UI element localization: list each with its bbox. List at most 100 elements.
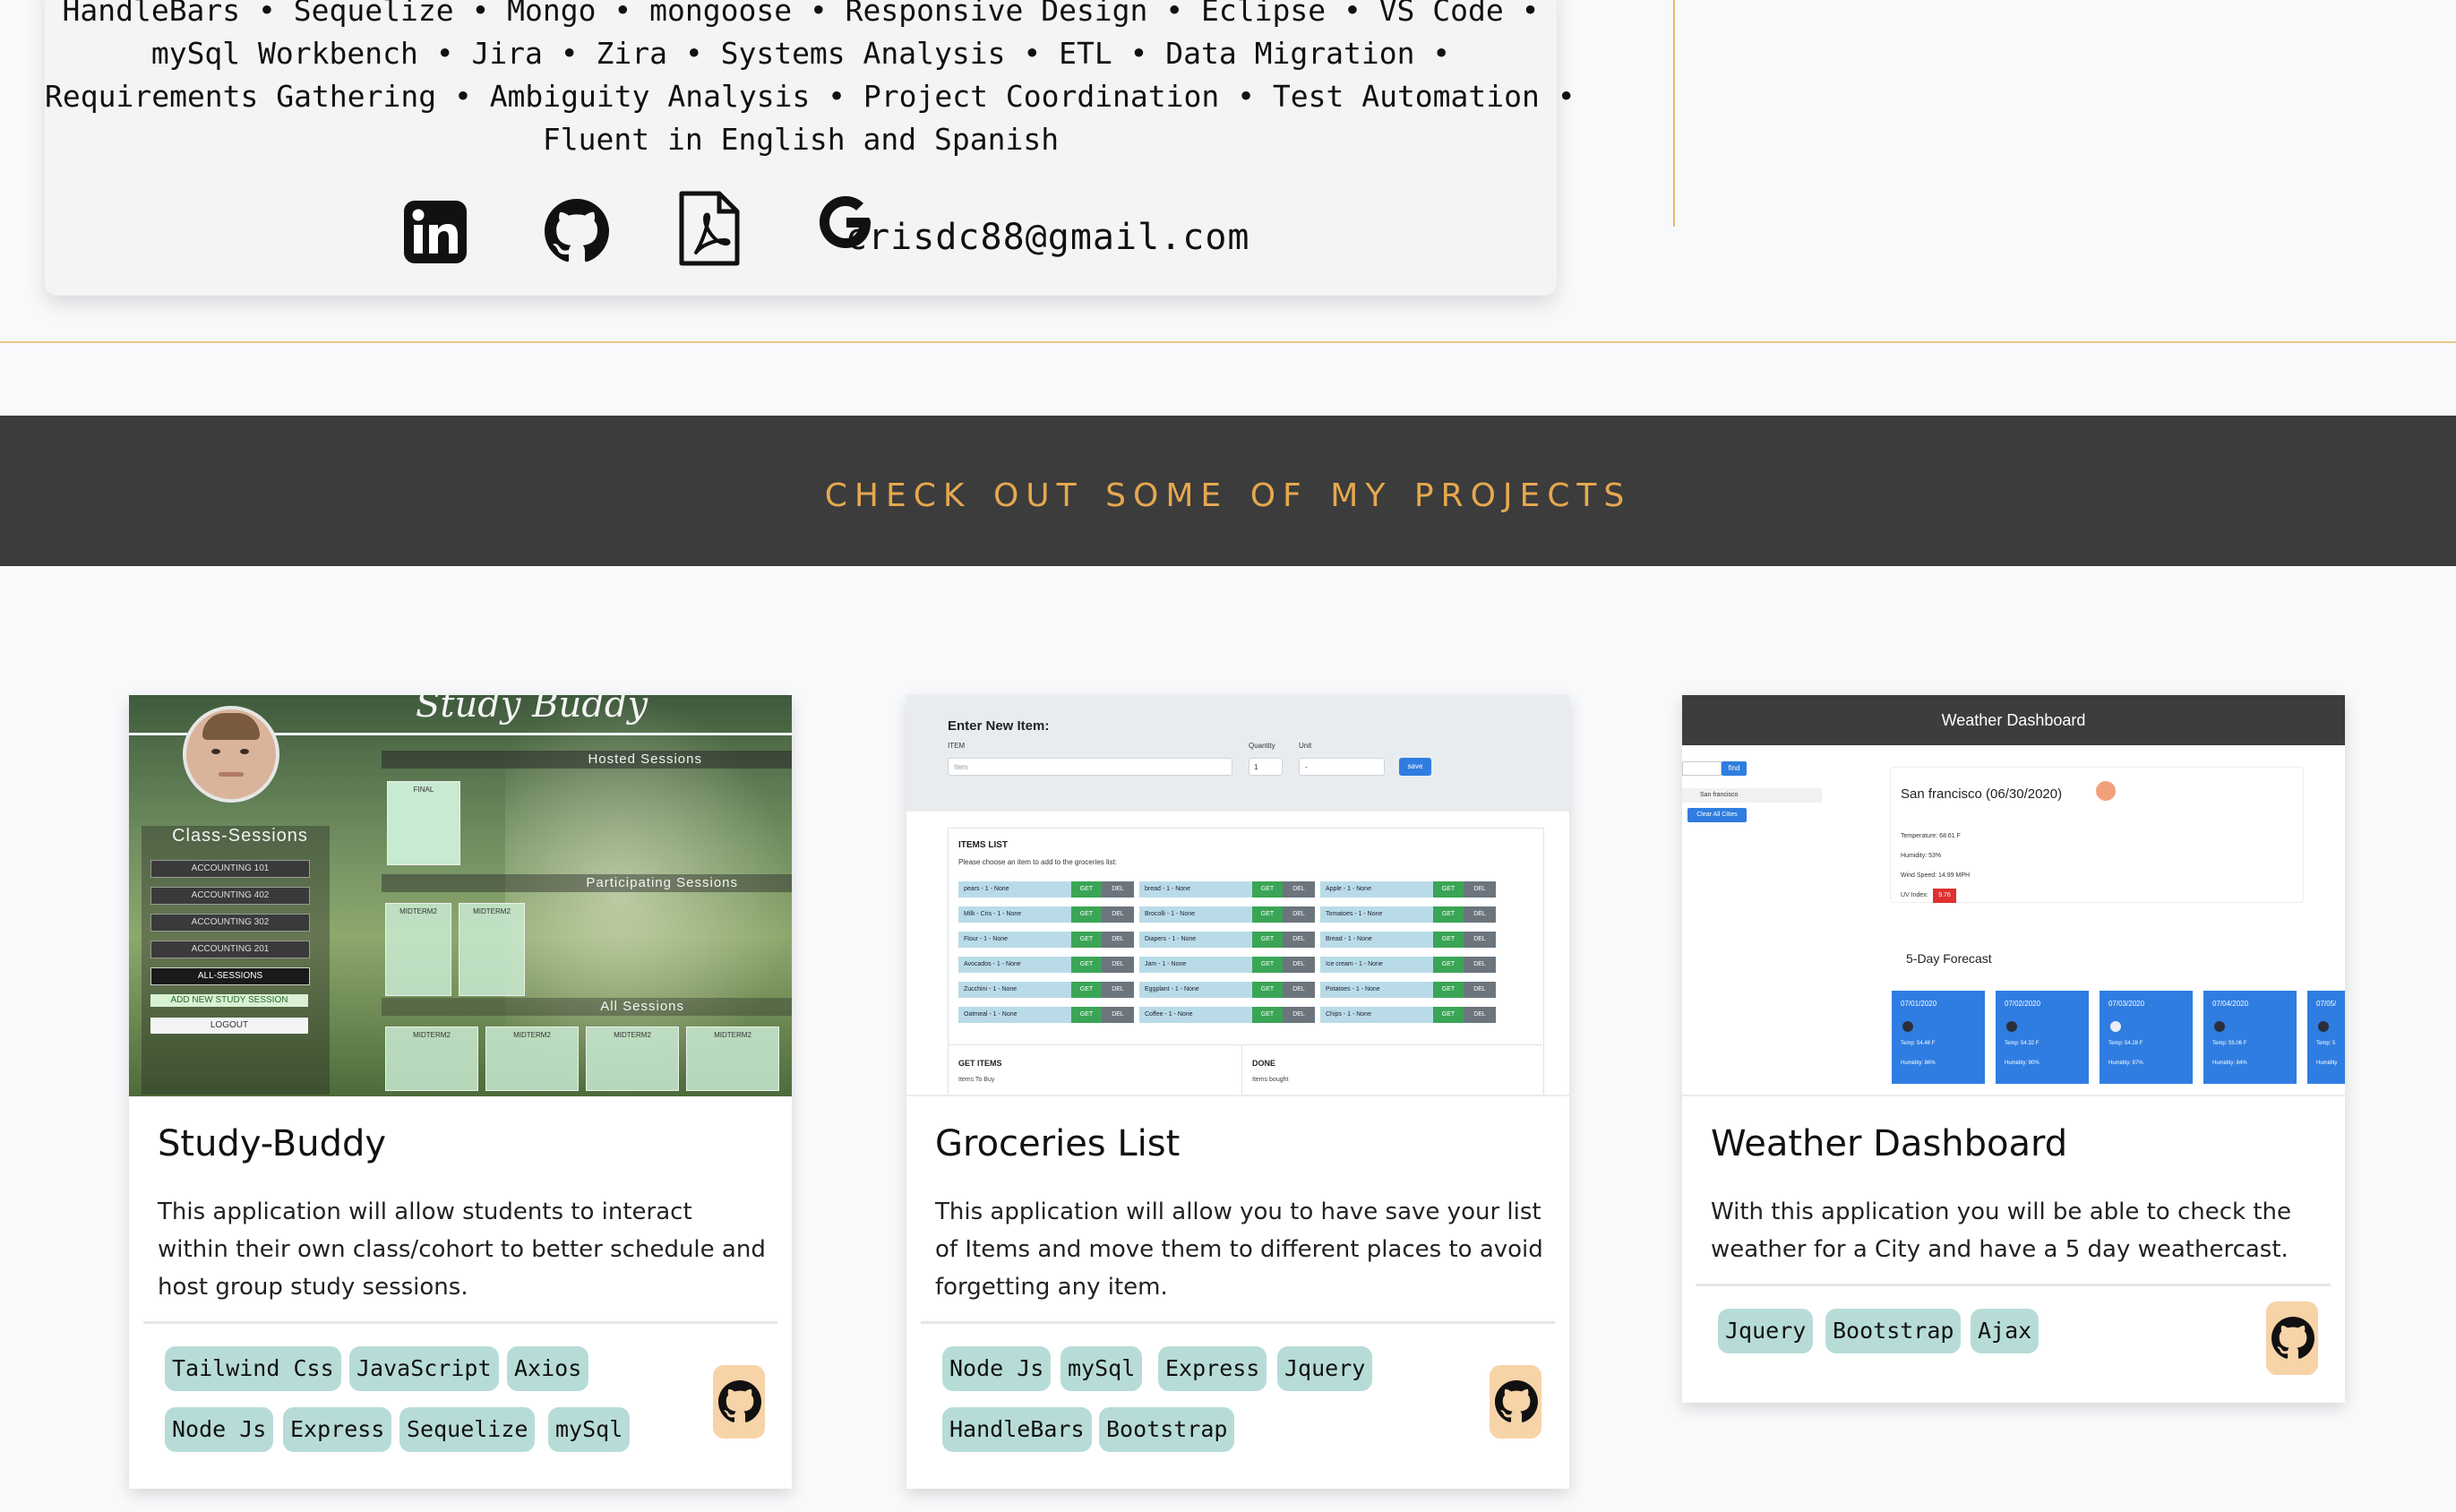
delete-item-button[interactable]: DEL bbox=[1102, 957, 1134, 973]
weather-icon bbox=[2006, 1021, 2017, 1032]
delete-item-button[interactable]: DEL bbox=[1102, 881, 1134, 898]
get-item-button[interactable]: GET bbox=[1433, 881, 1464, 898]
forecast-humidity: Humidity: 84% bbox=[2212, 1061, 2247, 1066]
get-item-button[interactable]: GET bbox=[1071, 982, 1102, 998]
logout-button[interactable]: LOGOUT bbox=[150, 1018, 308, 1034]
grocery-item-row: Flour - 1 - None GET DEL bbox=[958, 932, 1134, 948]
get-item-button[interactable]: GET bbox=[1252, 1007, 1283, 1023]
session-card[interactable]: MIDTERM2 bbox=[385, 1027, 478, 1091]
city-search-input[interactable] bbox=[1682, 761, 1722, 776]
sidebar-title: Class-Sessions bbox=[172, 826, 308, 846]
pdf-icon[interactable] bbox=[678, 190, 741, 271]
linkedin-icon[interactable] bbox=[404, 201, 467, 268]
get-item-button[interactable]: GET bbox=[1433, 1007, 1464, 1023]
delete-item-button[interactable]: DEL bbox=[1464, 881, 1496, 898]
get-item-button[interactable]: GET bbox=[1071, 932, 1102, 948]
item-input[interactable]: Item bbox=[948, 758, 1232, 776]
github-icon bbox=[1495, 1380, 1538, 1422]
add-session-button[interactable]: ADD NEW STUDY SESSION bbox=[150, 994, 308, 1007]
get-item-button[interactable]: GET bbox=[1252, 881, 1283, 898]
delete-item-button[interactable]: DEL bbox=[1102, 1007, 1134, 1023]
grocery-item-row: Milk - Cris - 1 - None GET DEL bbox=[958, 906, 1134, 923]
get-item-button[interactable]: GET bbox=[1252, 906, 1283, 923]
get-item-button[interactable]: GET bbox=[1433, 957, 1464, 973]
sidebar-item[interactable]: ACCOUNTING 402 bbox=[150, 887, 310, 905]
get-item-button[interactable]: GET bbox=[1071, 881, 1102, 898]
hosted-sessions-label: Hosted Sessions bbox=[382, 751, 792, 769]
session-card[interactable]: MIDTERM2 bbox=[385, 903, 451, 996]
delete-item-button[interactable]: DEL bbox=[1283, 906, 1315, 923]
project-description: With this application you will be able t… bbox=[1711, 1198, 2292, 1263]
thumb-border bbox=[906, 1095, 1569, 1096]
delete-item-button[interactable]: DEL bbox=[1464, 982, 1496, 998]
tech-tag: Express bbox=[1158, 1346, 1267, 1391]
list-divider bbox=[948, 1044, 1542, 1045]
unit-select[interactable]: - bbox=[1299, 758, 1385, 776]
get-item-button[interactable]: GET bbox=[1252, 957, 1283, 973]
delete-item-button[interactable]: DEL bbox=[1283, 1007, 1315, 1023]
github-icon[interactable] bbox=[545, 199, 609, 268]
save-button[interactable]: save bbox=[1399, 758, 1431, 776]
delete-item-button[interactable]: DEL bbox=[1102, 982, 1134, 998]
find-button[interactable]: find bbox=[1722, 761, 1747, 776]
items-list-hint: Please choose an item to add to the groc… bbox=[958, 858, 1117, 866]
session-card-title: FINAL bbox=[413, 786, 434, 794]
project-screenshot[interactable]: Weather Dashboard find San francisco Cle… bbox=[1682, 695, 2345, 1096]
get-item-button[interactable]: GET bbox=[1433, 906, 1464, 923]
grocery-item-row: Ice cream - 1 - None GET DEL bbox=[1320, 957, 1496, 973]
get-item-button[interactable]: GET bbox=[1071, 957, 1102, 973]
delete-item-button[interactable]: DEL bbox=[1283, 881, 1315, 898]
github-repo-button[interactable] bbox=[1490, 1365, 1541, 1439]
quantity-select[interactable]: 1 bbox=[1249, 758, 1283, 776]
delete-item-button[interactable]: DEL bbox=[1102, 906, 1134, 923]
delete-item-button[interactable]: DEL bbox=[1102, 932, 1134, 948]
delete-item-button[interactable]: DEL bbox=[1283, 957, 1315, 973]
session-card[interactable]: MIDTERM2 bbox=[485, 1027, 579, 1091]
grocery-item-label: pears - 1 - None bbox=[964, 886, 1009, 892]
delete-item-button[interactable]: DEL bbox=[1464, 957, 1496, 973]
forecast-card: 07/03/2020 Temp: 54.28 F Humidity: 87% bbox=[2100, 991, 2193, 1084]
forecast-humidity: Humidity bbox=[2316, 1061, 2338, 1066]
history-item[interactable]: San francisco bbox=[1682, 788, 1822, 803]
clear-cities-button[interactable]: Clear All Cities bbox=[1687, 808, 1747, 822]
skills-card: HandleBars • Sequelize • Mongo • mongoos… bbox=[45, 0, 1576, 296]
grocery-item-label: Potatoes - 1 - None bbox=[1326, 986, 1380, 992]
github-repo-button[interactable] bbox=[2266, 1302, 2318, 1375]
project-screenshot[interactable]: Study Buddy Class-Sessions ACCOUNTING 10… bbox=[129, 695, 792, 1096]
get-item-button[interactable]: GET bbox=[1433, 932, 1464, 948]
get-item-button[interactable]: GET bbox=[1252, 982, 1283, 998]
get-item-button[interactable]: GET bbox=[1071, 1007, 1102, 1023]
sidebar-item[interactable]: ACCOUNTING 302 bbox=[150, 914, 310, 932]
delete-item-button[interactable]: DEL bbox=[1283, 932, 1315, 948]
github-icon bbox=[2271, 1317, 2314, 1359]
tech-tag: Sequelize bbox=[399, 1407, 536, 1452]
tech-tag: Axios bbox=[507, 1346, 589, 1391]
get-item-button[interactable]: GET bbox=[1433, 982, 1464, 998]
city-title: San francisco (06/30/2020) bbox=[1901, 786, 2063, 802]
session-card[interactable]: MIDTERM2 bbox=[686, 1027, 779, 1091]
github-repo-button[interactable] bbox=[713, 1365, 765, 1439]
delete-item-button[interactable]: DEL bbox=[1283, 982, 1315, 998]
delete-item-button[interactable]: DEL bbox=[1464, 932, 1496, 948]
session-card[interactable]: FINAL bbox=[387, 781, 460, 865]
sidebar-item[interactable]: ACCOUNTING 101 bbox=[150, 860, 310, 878]
session-card[interactable]: MIDTERM2 bbox=[459, 903, 525, 996]
all-sessions-label: All Sessions bbox=[382, 998, 792, 1016]
project-screenshot[interactable]: Enter New Item: ITEM Item Quantity 1 Uni… bbox=[906, 695, 1569, 1096]
dashboard-header: Weather Dashboard bbox=[1682, 695, 2345, 745]
forecast-humidity: Humidity: 90% bbox=[2005, 1061, 2040, 1066]
email-address[interactable]: crisdc88@gmail.com bbox=[846, 217, 1249, 258]
grocery-item-label: Ice cream - 1 - None bbox=[1326, 961, 1383, 967]
sidebar-item[interactable]: ACCOUNTING 201 bbox=[150, 941, 310, 958]
skills-list: HandleBars • Sequelize • Mongo • mongoos… bbox=[45, 0, 1576, 161]
delete-item-button[interactable]: DEL bbox=[1464, 1007, 1496, 1023]
delete-item-button[interactable]: DEL bbox=[1464, 906, 1496, 923]
session-card[interactable]: MIDTERM2 bbox=[586, 1027, 679, 1091]
get-items-title: GET ITEMS bbox=[958, 1059, 1002, 1068]
forecast-card: 07/02/2020 Temp: 54.32 F Humidity: 90% bbox=[1996, 991, 2089, 1084]
get-item-button[interactable]: GET bbox=[1252, 932, 1283, 948]
get-item-button[interactable]: GET bbox=[1071, 906, 1102, 923]
sidebar-item[interactable]: ALL-SESSIONS bbox=[150, 967, 310, 985]
session-card-title: MIDTERM2 bbox=[714, 1031, 751, 1039]
tech-tag: Node Js bbox=[942, 1346, 1052, 1391]
